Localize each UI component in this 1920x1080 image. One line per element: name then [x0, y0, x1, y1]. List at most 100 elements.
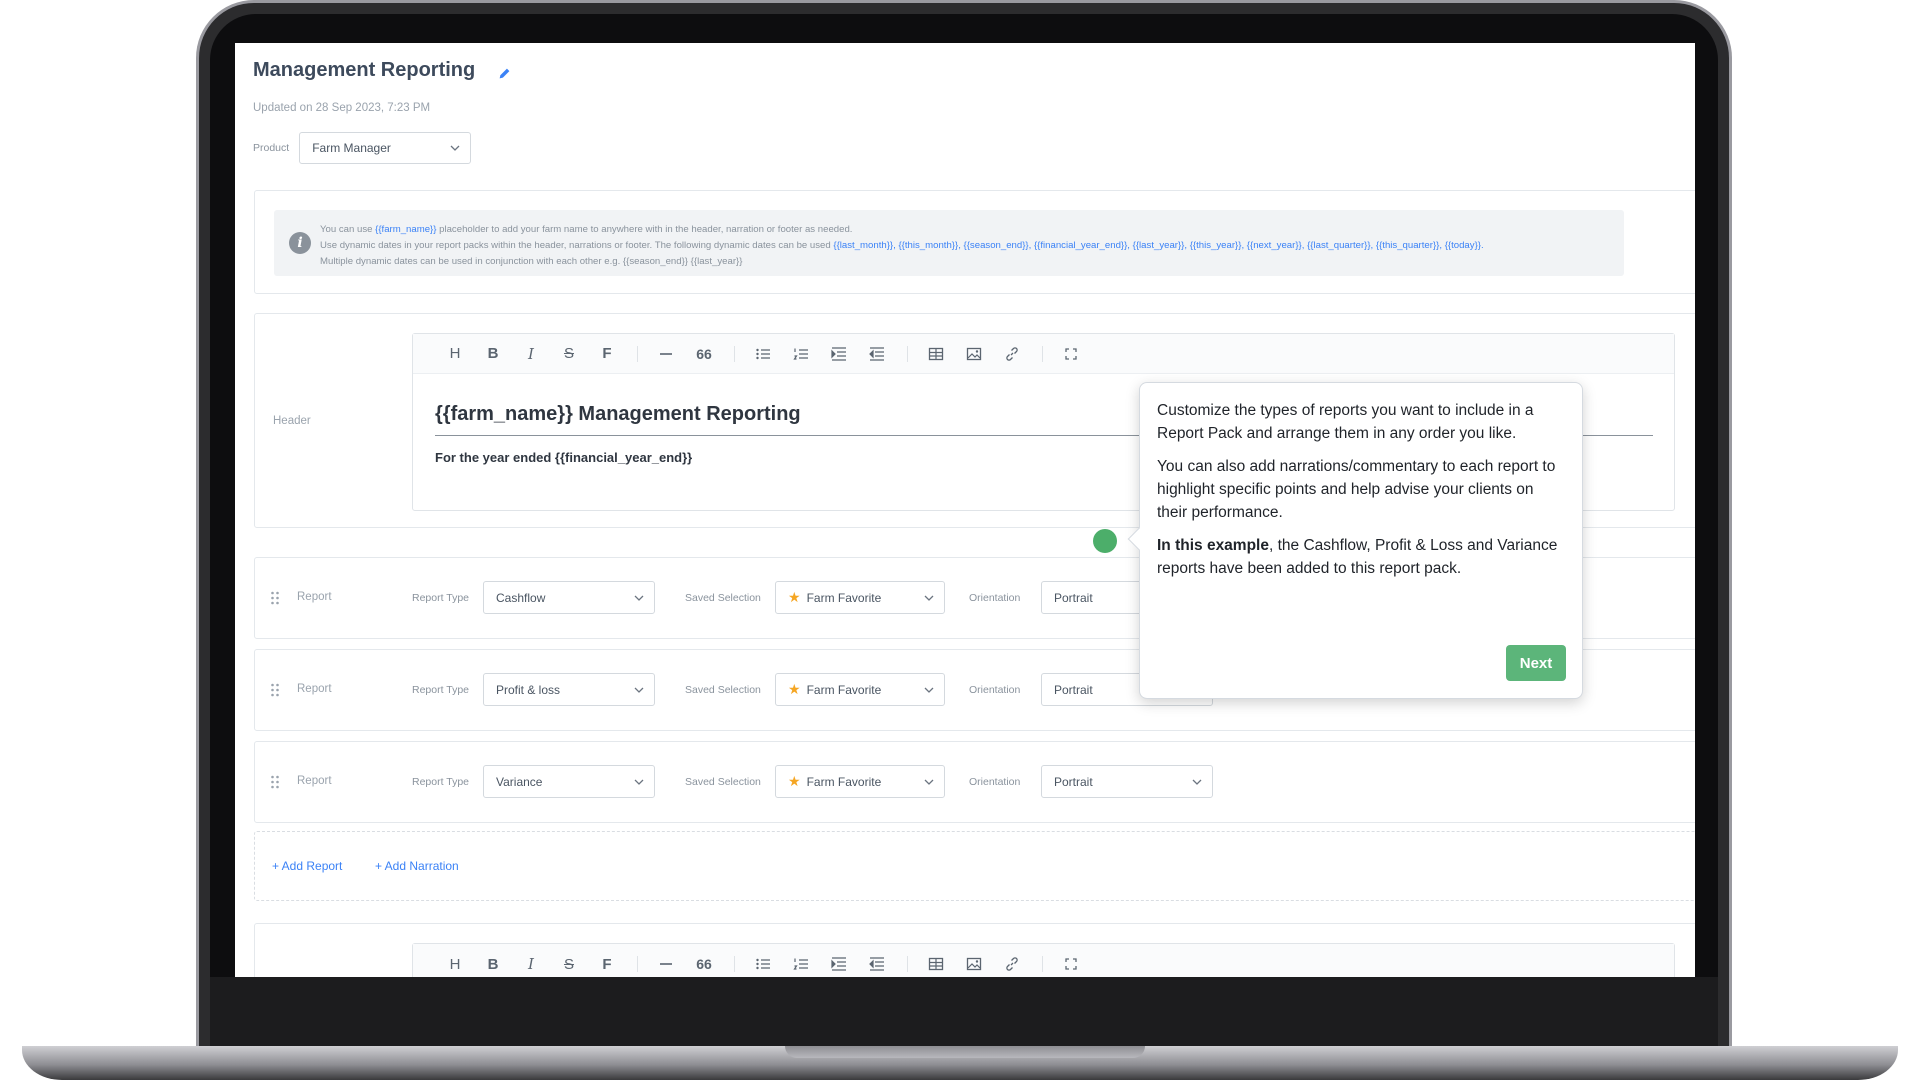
- orientation-select[interactable]: Portrait: [1041, 765, 1213, 798]
- orientation-value: Portrait: [1054, 682, 1093, 697]
- saved-selection-select[interactable]: ★ Farm Favorite: [775, 581, 945, 614]
- outdent-button[interactable]: [863, 340, 891, 368]
- font-button[interactable]: F: [593, 950, 621, 977]
- numbered-list-button[interactable]: [787, 950, 815, 977]
- heading-button[interactable]: H: [441, 340, 469, 368]
- strikethrough-button[interactable]: S: [555, 340, 583, 368]
- bullet-list-button[interactable]: [749, 340, 777, 368]
- quote-button[interactable]: 66: [690, 950, 718, 977]
- toolbar-divider: [637, 345, 638, 362]
- orientation-value: Portrait: [1054, 774, 1093, 789]
- orientation-value: Portrait: [1054, 590, 1093, 605]
- toolbar-divider: [907, 345, 908, 362]
- bold-button[interactable]: B: [479, 950, 507, 977]
- report-label: Report: [297, 683, 332, 695]
- product-select[interactable]: Farm Manager: [299, 132, 472, 164]
- horizontal-rule-button[interactable]: [652, 340, 680, 368]
- bold-button[interactable]: B: [479, 340, 507, 368]
- saved-selection-label: Saved Selection: [685, 776, 761, 788]
- info-text: You can use {{farm_name}} placeholder to…: [320, 222, 1484, 270]
- chevron-down-icon: [924, 593, 934, 603]
- report-type-select[interactable]: Cashflow: [483, 581, 655, 614]
- laptop-chin: [210, 977, 1718, 1046]
- info-card: i You can use {{farm_name}} placeholder …: [254, 190, 1695, 294]
- saved-selection-label: Saved Selection: [685, 592, 761, 604]
- saved-selection-value: Farm Favorite: [806, 774, 882, 789]
- report-type-value: Profit & loss: [496, 682, 561, 697]
- italic-button[interactable]: I: [517, 950, 545, 977]
- product-row: Product Farm Manager: [253, 132, 472, 164]
- editor-heading: {{farm_name}} Management Reporting: [435, 403, 801, 425]
- report-type-value: Cashflow: [496, 590, 546, 605]
- bullet-list-button[interactable]: [749, 950, 777, 977]
- tour-hotspot[interactable]: [1093, 529, 1117, 553]
- drag-handle-icon[interactable]: [270, 591, 280, 605]
- orientation-label: Orientation: [969, 592, 1021, 604]
- report-row: Report Report Type Variance Saved Select…: [254, 741, 1695, 823]
- chevron-down-icon: [634, 685, 644, 695]
- editor-toolbar: H B I S F 66: [413, 334, 1674, 374]
- table-button[interactable]: [922, 950, 950, 977]
- popover-paragraph-3: In this example, the Cashflow, Profit & …: [1157, 537, 1558, 577]
- toolbar-divider: [1042, 956, 1043, 972]
- chevron-down-icon: [450, 143, 460, 153]
- indent-button[interactable]: [825, 340, 853, 368]
- fullscreen-button[interactable]: [1057, 340, 1085, 368]
- editor-subheading: For the year ended {{financial_year_end}…: [435, 450, 693, 465]
- image-button[interactable]: [960, 340, 988, 368]
- info-box: i You can use {{farm_name}} placeholder …: [274, 210, 1624, 276]
- add-report-link[interactable]: + Add Report: [272, 859, 342, 873]
- chevron-down-icon: [1192, 777, 1202, 787]
- star-icon: ★: [788, 681, 801, 697]
- quote-button[interactable]: 66: [690, 340, 718, 368]
- numbered-list-button[interactable]: [787, 340, 815, 368]
- strikethrough-button[interactable]: S: [555, 950, 583, 977]
- italic-button[interactable]: I: [517, 340, 545, 368]
- saved-selection-value: Farm Favorite: [806, 682, 882, 697]
- popover-paragraph-2: You can also add narrations/commentary t…: [1157, 458, 1556, 521]
- saved-selection-select[interactable]: ★ Farm Favorite: [775, 765, 945, 798]
- report-type-select[interactable]: Profit & loss: [483, 673, 655, 706]
- chevron-down-icon: [634, 593, 644, 603]
- orientation-label: Orientation: [969, 684, 1021, 696]
- report-label: Report: [297, 591, 332, 603]
- add-narration-link[interactable]: + Add Narration: [375, 859, 459, 873]
- report-type-value: Variance: [496, 774, 543, 789]
- link-button[interactable]: [998, 950, 1026, 977]
- drag-handle-icon[interactable]: [270, 683, 280, 697]
- add-actions: + Add Report + Add Narration: [254, 831, 1695, 901]
- font-button[interactable]: F: [593, 340, 621, 368]
- next-button[interactable]: Next: [1506, 645, 1566, 681]
- horizontal-rule-button[interactable]: [652, 950, 680, 977]
- indent-button[interactable]: [825, 950, 853, 977]
- header-label: Header: [273, 415, 311, 427]
- saved-selection-label: Saved Selection: [685, 684, 761, 696]
- report-type-label: Report Type: [412, 592, 470, 604]
- fullscreen-button[interactable]: [1057, 950, 1085, 977]
- outdent-button[interactable]: [863, 950, 891, 977]
- link-button[interactable]: [998, 340, 1026, 368]
- saved-selection-select[interactable]: ★ Farm Favorite: [775, 673, 945, 706]
- table-button[interactable]: [922, 340, 950, 368]
- footer-editor[interactable]: H B I S F 66: [412, 943, 1675, 977]
- chevron-down-icon: [924, 685, 934, 695]
- toolbar-divider: [1042, 345, 1043, 362]
- toolbar-divider: [734, 956, 735, 972]
- report-type-label: Report Type: [412, 684, 470, 696]
- updated-timestamp: Updated on 28 Sep 2023, 7:23 PM: [253, 102, 431, 114]
- info-icon: i: [289, 232, 311, 254]
- orientation-label: Orientation: [969, 776, 1021, 788]
- pencil-icon[interactable]: [497, 67, 511, 81]
- laptop-notch: [785, 1046, 1145, 1058]
- footer-section: H B I S F 66: [254, 923, 1695, 977]
- image-button[interactable]: [960, 950, 988, 977]
- toolbar-divider: [637, 956, 638, 972]
- info-line-1: You can use {{farm_name}} placeholder to…: [320, 224, 853, 235]
- heading-button[interactable]: H: [441, 950, 469, 977]
- title-row: Management Reporting: [253, 59, 511, 82]
- drag-handle-icon[interactable]: [270, 775, 280, 789]
- product-label: Product: [253, 142, 290, 154]
- toolbar-divider: [907, 956, 908, 972]
- star-icon: ★: [788, 773, 801, 789]
- report-type-select[interactable]: Variance: [483, 765, 655, 798]
